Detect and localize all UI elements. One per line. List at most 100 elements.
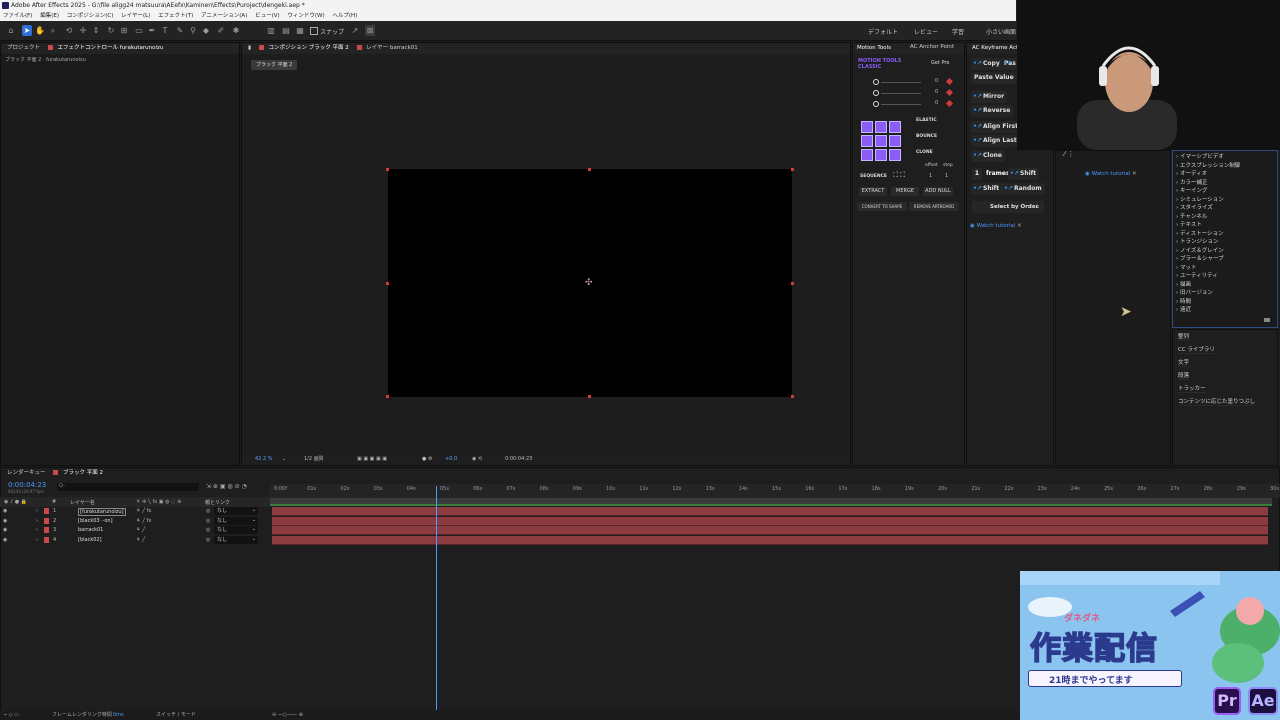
timeline-timecode[interactable]: 0:00:04:23	[8, 481, 46, 489]
twirl-icon[interactable]: ›	[36, 518, 38, 524]
tab-anchor-point[interactable]: AC Anchor Point	[910, 42, 954, 53]
slider-row-3[interactable]: 0	[863, 99, 963, 109]
align-icon[interactable]: ▥	[266, 25, 276, 36]
transform-handle[interactable]	[791, 282, 794, 285]
pen-icon[interactable]: ⁄ ⋮	[1064, 150, 1074, 158]
watch-tutorial-link[interactable]: ◉ Watch tutorial ✕	[970, 223, 1022, 229]
folder-icon[interactable]	[1264, 318, 1270, 322]
menu-layer[interactable]: レイヤー(L)	[118, 13, 153, 19]
roto-brush-icon[interactable]: ✐	[216, 25, 226, 36]
workspace-default[interactable]: デフォルト	[868, 27, 898, 36]
dolly-camera-icon[interactable]: ⇕	[91, 25, 101, 36]
menu-file[interactable]: ファイル(F)	[0, 13, 35, 19]
puppet-tool-icon[interactable]: ✱	[231, 25, 241, 36]
effect-category-item[interactable]: › エクスプレッション制御	[1176, 161, 1240, 169]
transform-handle[interactable]	[588, 395, 591, 398]
layer-name[interactable]: [black02]	[78, 537, 102, 543]
playhead[interactable]	[436, 486, 438, 710]
remove-artboard-button[interactable]: REMOVE ARTBOARD	[909, 202, 959, 211]
footer-icons[interactable]: ⌁ ◇ ▭	[4, 710, 19, 720]
close-icon[interactable]: ✕	[1017, 223, 1022, 229]
add-null-button[interactable]: ADD NULL	[923, 187, 953, 196]
tab-timeline-comp[interactable]: ブラック 平面 2	[63, 470, 103, 476]
effect-category-item[interactable]: › イマーシブビデオ	[1176, 152, 1224, 160]
eye-icon[interactable]: ◉	[3, 508, 7, 514]
effect-category-item[interactable]: › ユーティリティ	[1176, 271, 1218, 279]
step-value[interactable]: 1	[945, 173, 948, 179]
paste-value-button[interactable]: Paste Value	[971, 72, 1017, 84]
pickwhip-icon[interactable]: ◎	[206, 537, 210, 543]
slider-value[interactable]: 0	[935, 89, 938, 95]
effect-category-item[interactable]: › スタイライズ	[1176, 203, 1213, 211]
menu-animation[interactable]: アニメーション(A)	[198, 13, 250, 19]
layer-switches-icons[interactable]: ⚘ ╱	[136, 537, 145, 543]
slider-row-2[interactable]: 0	[863, 88, 963, 98]
pickwhip-icon[interactable]: ◎	[206, 518, 210, 524]
layer-name[interactable]: [furakutarunoizu]	[78, 508, 126, 516]
keyframe-icon[interactable]	[945, 77, 954, 86]
color-icon[interactable]: ● ⚙	[422, 454, 432, 465]
transform-handle[interactable]	[386, 395, 389, 398]
timeline-layer-row[interactable]: ◉ › 2 [black03 ··on] ⚘ ╱ fx ◎ なし ⌄	[0, 516, 1280, 526]
parent-dropdown[interactable]: なし ⌄	[214, 516, 258, 525]
workspace-small-screen[interactable]: 小さい画面	[986, 27, 1016, 36]
effect-category-item[interactable]: › キーイング	[1176, 186, 1207, 194]
home-icon[interactable]: ⌂	[6, 25, 16, 36]
side-panel-item[interactable]: コンテンツに応じた塗りつぶし	[1178, 397, 1256, 406]
eraser-tool-icon[interactable]: ◆	[201, 25, 211, 36]
brush-tool-icon[interactable]: ✎	[175, 25, 185, 36]
align2-icon[interactable]: ▤	[281, 25, 291, 36]
align-last-button[interactable]: Align Last	[971, 135, 1020, 147]
layer-duration-bar[interactable]	[272, 535, 1268, 545]
zoom-slider-icon[interactable]: ⊖ —○—— ⊕	[272, 710, 303, 720]
clone-stamp-icon[interactable]: ⚲	[188, 25, 198, 36]
menu-help[interactable]: ヘルプ(H)	[329, 13, 360, 19]
get-pro-button[interactable]: Get Pro	[931, 60, 949, 66]
fast-preview-icon[interactable]: ▣ ▣ ▣ ▣ ▣	[357, 454, 387, 465]
slider-value[interactable]: 0	[935, 78, 938, 84]
transform-handle[interactable]	[386, 168, 389, 171]
anchor-cell[interactable]	[861, 121, 873, 133]
parent-header[interactable]: 親とリンク	[205, 499, 230, 506]
transform-handle[interactable]	[791, 395, 794, 398]
snap-icon[interactable]: ↗	[350, 25, 360, 36]
effect-category-item[interactable]: › ブラー＆シャープ	[1176, 254, 1224, 262]
hand-tool-icon[interactable]: ✋	[35, 25, 45, 36]
anchor-tool-icon[interactable]: ⊞	[119, 25, 129, 36]
twirl-icon[interactable]: ›	[36, 508, 38, 514]
zoom-level[interactable]: 42.2 %	[255, 454, 272, 465]
frames-value[interactable]: 1	[972, 168, 982, 180]
layer-switches-icons[interactable]: ⚘ ╱ fx	[136, 508, 151, 514]
timeline-switches-icons[interactable]: ⇲ ⊕ ▣ ◍ ⊘ ◔	[206, 483, 247, 490]
effect-category-item[interactable]: › 描画	[1176, 280, 1191, 288]
clone-kf-button[interactable]: Clone	[971, 150, 1005, 162]
side-panel-item[interactable]: CC ライブラリ	[1178, 345, 1215, 354]
shift-button[interactable]: Shift	[1008, 168, 1040, 180]
snap-checkbox[interactable]	[310, 27, 318, 35]
slider-value[interactable]: 0	[935, 100, 938, 106]
tab-render-queue[interactable]: レンダーキュー	[7, 470, 46, 476]
anchor-cell[interactable]	[889, 135, 901, 147]
menu-edit[interactable]: 編集(E)	[37, 13, 62, 19]
exposure-value[interactable]: +0.0	[445, 454, 457, 465]
zoom-tool-icon[interactable]: ⌕	[48, 25, 58, 36]
merge-button[interactable]: MERGE	[891, 187, 919, 196]
align3-icon[interactable]: ▦	[295, 25, 305, 36]
random-button[interactable]: Random	[1002, 183, 1045, 195]
sequence-icon[interactable]: ⛶ ⛶	[893, 171, 905, 180]
side-panel-item[interactable]: トラッカー	[1178, 384, 1206, 393]
anchor-cell[interactable]	[875, 149, 887, 161]
effect-category-item[interactable]: › ディストーション	[1176, 229, 1223, 237]
layer-name[interactable]: [black03 ··on]	[78, 518, 113, 524]
anchor-cell[interactable]	[889, 121, 901, 133]
pickwhip-icon[interactable]: ◎	[206, 527, 210, 533]
menu-window[interactable]: ウィンドウ(W)	[284, 13, 327, 19]
tab-effect-controls[interactable]: エフェクトコントロール furakutarunoizu	[58, 45, 164, 51]
effect-category-item[interactable]: › チャンネル	[1176, 212, 1207, 220]
parent-dropdown[interactable]: なし ⌄	[214, 507, 258, 515]
anchor-cell[interactable]	[861, 135, 873, 147]
tab-keyframe[interactable]: AC Keyframe Act	[972, 45, 1018, 51]
effect-category-item[interactable]: › シミュレーション	[1176, 195, 1224, 203]
slider-knob-icon[interactable]	[873, 90, 879, 96]
rectangle-tool-icon[interactable]: ▭	[134, 25, 144, 36]
